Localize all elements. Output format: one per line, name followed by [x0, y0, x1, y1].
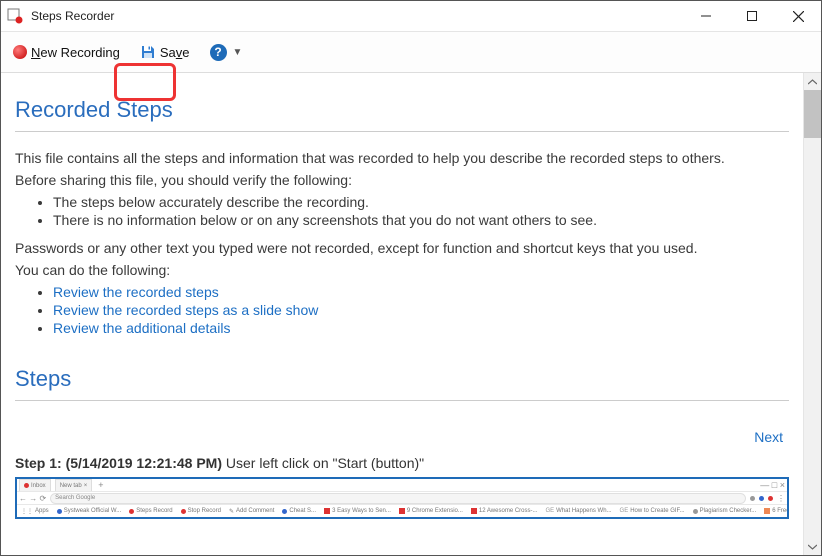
browser-tab: Inbox — [19, 479, 51, 491]
save-icon — [140, 44, 156, 60]
help-button[interactable]: ? ▼ — [202, 39, 251, 65]
app-icon — [7, 8, 23, 24]
browser-addressbar-row: ← → ⟳ Search Google ⋮ — [17, 492, 787, 505]
review-details-link[interactable]: Review the additional details — [53, 320, 230, 336]
toolbar: New Recording Save ? ▼ — [1, 32, 821, 73]
document-viewport: Recorded Steps This file contains all th… — [1, 73, 803, 555]
step-1-screenshot[interactable]: Inbox New tab × + — □ × ← → ⟳ Search Goo… — [15, 477, 789, 519]
step-1-description: Step 1: (5/14/2019 12:21:48 PM) User lef… — [15, 455, 789, 471]
you-can-do-text: You can do the following: — [15, 262, 789, 278]
scroll-up-button[interactable] — [804, 73, 821, 90]
close-button[interactable] — [775, 1, 821, 31]
window-title: Steps Recorder — [29, 9, 683, 23]
save-label: Save — [160, 45, 190, 60]
browser-tabstrip: Inbox New tab × + — □ × — [17, 479, 787, 492]
new-recording-button[interactable]: New Recording — [5, 39, 128, 65]
save-button[interactable]: Save — [132, 39, 198, 65]
maximize-button[interactable] — [729, 1, 775, 31]
vertical-scrollbar[interactable] — [803, 73, 821, 555]
steps-navigation: Next — [15, 429, 783, 445]
review-slideshow-link[interactable]: Review the recorded steps as a slide sho… — [53, 302, 318, 318]
verify-list: The steps below accurately describe the … — [15, 194, 789, 228]
new-recording-label: New Recording — [31, 45, 120, 60]
scroll-thumb[interactable] — [804, 90, 821, 138]
action-list: Review the recorded steps Review the rec… — [15, 284, 789, 336]
scroll-track[interactable] — [804, 90, 821, 538]
intro-text: This file contains all the steps and inf… — [15, 150, 789, 166]
steps-heading: Steps — [15, 366, 789, 392]
passwords-note: Passwords or any other text you typed we… — [15, 240, 789, 256]
record-icon — [13, 45, 27, 59]
before-sharing-text: Before sharing this file, you should ver… — [15, 172, 789, 188]
chevron-down-icon: ▼ — [233, 47, 243, 58]
verify-item: The steps below accurately describe the … — [53, 194, 789, 210]
browser-addressbar: Search Google — [50, 493, 746, 504]
review-steps-link[interactable]: Review the recorded steps — [53, 284, 219, 300]
recorded-steps-heading: Recorded Steps — [15, 97, 789, 123]
scroll-down-button[interactable] — [804, 538, 821, 555]
next-link[interactable]: Next — [754, 429, 783, 445]
browser-tab: New tab × — [55, 479, 93, 491]
verify-item: There is no information below or on any … — [53, 212, 789, 228]
titlebar[interactable]: Steps Recorder — [1, 1, 821, 32]
divider — [15, 131, 789, 132]
divider — [15, 400, 789, 401]
browser-bookmarks-bar: ⋮⋮Apps Systweak Official W... Steps Reco… — [17, 505, 787, 517]
minimize-button[interactable] — [683, 1, 729, 31]
help-icon: ? — [210, 44, 227, 61]
